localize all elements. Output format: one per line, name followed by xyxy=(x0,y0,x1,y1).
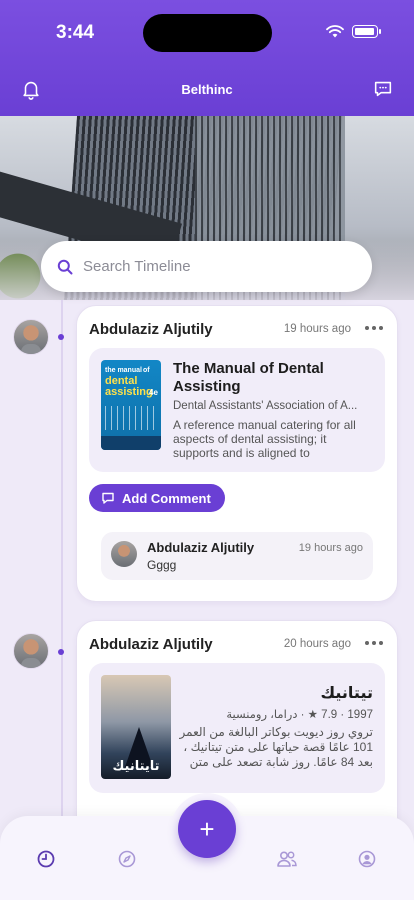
explore-icon[interactable] xyxy=(117,849,137,869)
avatar[interactable] xyxy=(13,633,49,669)
movie-attachment[interactable]: تايتانيك تيتانيك 1997 · 7.9 ★ · دراما، ر… xyxy=(89,663,385,793)
status-time: 3:44 xyxy=(56,22,95,43)
cover-footer xyxy=(101,436,161,450)
timeline-dot xyxy=(58,649,64,655)
app-header: 3:44 Belthinc xyxy=(0,0,414,116)
book-author: Dental Assistants' Association of A... xyxy=(173,400,358,412)
create-post-button[interactable]: + xyxy=(178,800,236,858)
comment-time: 19 hours ago xyxy=(298,542,363,554)
cover-text-the-manual: the manual xyxy=(105,367,142,374)
timeline-line xyxy=(61,300,63,820)
comment-text: Gggg xyxy=(147,558,177,572)
post-author[interactable]: Abdulaziz Aljutily xyxy=(89,321,213,338)
comment-author[interactable]: Abdulaziz Aljutily xyxy=(147,540,254,555)
profile-icon[interactable] xyxy=(357,849,377,869)
search-icon xyxy=(57,259,73,274)
avatar[interactable] xyxy=(13,319,49,355)
search-placeholder: Search Timeline xyxy=(83,258,191,275)
status-icons xyxy=(326,25,381,38)
comment-item: Abdulaziz Aljutily 19 hours ago Gggg xyxy=(101,532,373,580)
app-title: Belthinc xyxy=(181,82,233,97)
add-comment-label: Add Comment xyxy=(122,490,211,506)
more-icon[interactable] xyxy=(365,326,383,330)
movie-title: تيتانيك xyxy=(320,685,373,702)
cover-text-of: of xyxy=(143,367,150,374)
post-time: 20 hours ago xyxy=(283,638,351,650)
post-time: 19 hours ago xyxy=(283,323,351,335)
book-description: A reference manual catering for all aspe… xyxy=(173,418,356,460)
timeline-icon[interactable] xyxy=(36,849,56,869)
wifi-icon xyxy=(326,25,344,38)
chat-icon[interactable] xyxy=(372,78,394,100)
dynamic-island xyxy=(143,14,272,52)
book-attachment[interactable]: the manual of dental assisting 4e The Ma… xyxy=(89,348,385,472)
more-icon[interactable] xyxy=(365,641,383,645)
add-comment-button[interactable]: Add Comment xyxy=(89,484,225,512)
people-icon[interactable] xyxy=(275,849,299,869)
search-input[interactable]: Search Timeline xyxy=(41,241,372,292)
book-cover-image: the manual of dental assisting 4e xyxy=(101,360,161,450)
post-card: Abdulaziz Aljutily 19 hours ago the manu… xyxy=(76,305,398,602)
timeline-dot xyxy=(58,334,64,340)
post-author[interactable]: Abdulaziz Aljutily xyxy=(89,636,213,653)
cover-illustration xyxy=(105,406,157,430)
battery-icon xyxy=(352,25,381,38)
movie-poster-image: تايتانيك xyxy=(101,675,171,779)
movie-meta: 1997 · 7.9 ★ · دراما، رومنسية xyxy=(226,709,373,721)
book-title: The Manual of Dental Assisting xyxy=(173,360,324,395)
movie-description: تروي روز ديويت بوكاتر البالغة من العمر 1… xyxy=(179,725,373,769)
comment-icon xyxy=(102,492,114,504)
cover-text-assisting: assisting xyxy=(105,386,153,398)
cover-text-edition: 4e xyxy=(149,388,158,397)
comment-avatar[interactable] xyxy=(111,541,137,567)
poster-title: تايتانيك xyxy=(112,758,160,773)
